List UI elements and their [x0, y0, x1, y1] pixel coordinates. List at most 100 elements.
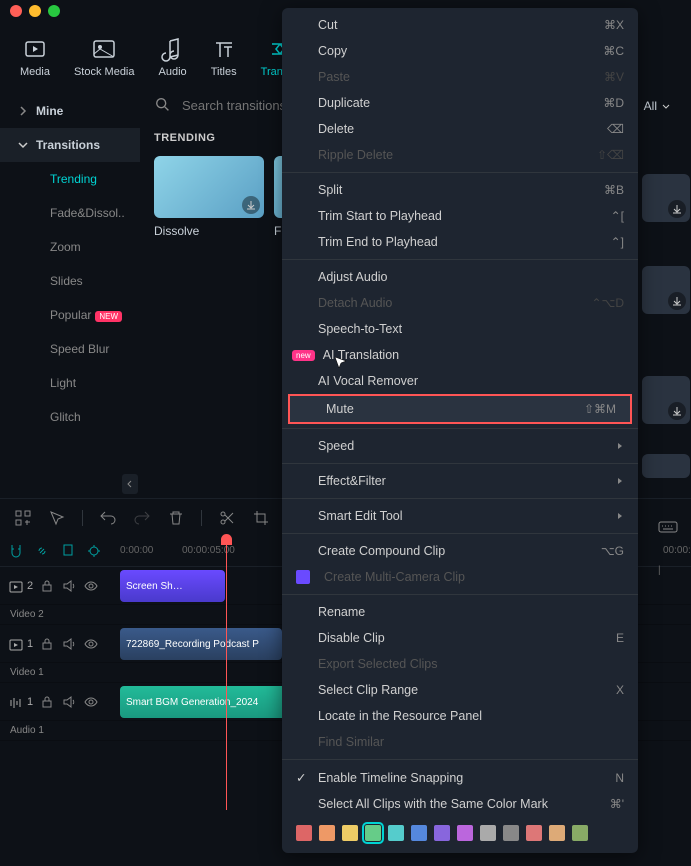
lock-icon[interactable] [39, 636, 55, 652]
menu-enable-timeline-snapping[interactable]: ✓Enable Timeline SnappingN [282, 764, 638, 791]
menu-copy[interactable]: Copy⌘C [282, 38, 638, 64]
color-swatch[interactable] [503, 825, 519, 841]
menu-cut[interactable]: Cut⌘X [282, 12, 638, 38]
lock-icon[interactable] [39, 694, 55, 710]
sidebar-item-speedblur[interactable]: Speed Blur [0, 332, 140, 366]
menu-effect-filter[interactable]: Effect&Filter [282, 468, 638, 494]
clip[interactable]: 722869_Recording Podcast P [120, 628, 282, 660]
color-swatch[interactable] [365, 825, 381, 841]
mute-icon[interactable] [61, 578, 77, 594]
track-label: Video 2 [10, 609, 44, 620]
bug-icon[interactable] [86, 543, 102, 559]
pointer-icon[interactable] [48, 509, 66, 527]
crop-icon[interactable] [252, 509, 270, 527]
menu-mute[interactable]: Mute⇧⌘M [290, 396, 630, 422]
delete-icon[interactable] [167, 509, 185, 527]
color-swatch[interactable] [457, 825, 473, 841]
menu-label: Create Compound Clip [318, 544, 445, 558]
clip[interactable]: Screen Sh… [120, 570, 225, 602]
sidebar-item-slides[interactable]: Slides [0, 264, 140, 298]
sidebar-item-light[interactable]: Light [0, 366, 140, 400]
marker-icon[interactable] [60, 543, 76, 559]
sidebar-mine[interactable]: Mine [0, 94, 140, 128]
menu-select-all-clips-with-the-same-color-mark[interactable]: Select All Clips with the Same Color Mar… [282, 791, 638, 817]
search-icon[interactable] [154, 96, 172, 114]
sidebar-item-popular[interactable]: PopularNEW [0, 298, 140, 332]
menu-label: Mute [326, 402, 354, 416]
color-swatch[interactable] [411, 825, 427, 841]
sidebar-transitions[interactable]: Transitions [0, 128, 140, 162]
download-icon[interactable] [668, 402, 686, 420]
all-dropdown[interactable]: All [644, 99, 671, 113]
tab-titles[interactable]: Titles [211, 36, 237, 78]
keyboard-icon[interactable] [657, 516, 679, 538]
sidebar-item-glitch[interactable]: Glitch [0, 400, 140, 434]
eye-icon[interactable] [83, 578, 99, 594]
color-swatch[interactable] [572, 825, 588, 841]
menu-adjust-audio[interactable]: Adjust Audio [282, 264, 638, 290]
menu-speech-to-text[interactable]: Speech-to-Text [282, 316, 638, 342]
eye-icon[interactable] [83, 694, 99, 710]
download-icon[interactable] [668, 200, 686, 218]
menu-rename[interactable]: Rename [282, 599, 638, 625]
lock-icon[interactable] [39, 578, 55, 594]
color-swatch[interactable] [296, 825, 312, 841]
sidebar-item-fadedissol[interactable]: Fade&Dissol.. [0, 196, 140, 230]
menu-label: Rename [318, 605, 365, 619]
redo-icon[interactable] [133, 509, 151, 527]
menu-delete[interactable]: Delete⌫ [282, 116, 638, 142]
menu-label: Duplicate [318, 96, 370, 110]
download-icon[interactable] [668, 292, 686, 310]
menu-label: Smart Edit Tool [318, 509, 403, 523]
eye-icon[interactable] [83, 636, 99, 652]
tab-audio[interactable]: Audio [159, 36, 187, 78]
download-icon[interactable] [242, 196, 260, 214]
color-swatch[interactable] [526, 825, 542, 841]
tab-stock-media[interactable]: Stock Media [74, 36, 135, 78]
color-swatch[interactable] [434, 825, 450, 841]
color-swatch[interactable] [342, 825, 358, 841]
menu-split[interactable]: Split⌘B [282, 177, 638, 203]
minimize-dot[interactable] [29, 5, 41, 17]
transition-thumb[interactable]: Dissolve [154, 156, 264, 238]
menu-select-clip-range[interactable]: Select Clip RangeX [282, 677, 638, 703]
mute-icon[interactable] [61, 636, 77, 652]
link-icon[interactable] [34, 543, 50, 559]
tab-media[interactable]: Media [20, 36, 50, 78]
menu-create-compound-clip[interactable]: Create Compound Clip ⌥G [282, 538, 638, 564]
chevron-right-icon [616, 442, 624, 450]
undo-icon[interactable] [99, 509, 117, 527]
menu-trim-end-to-playhead[interactable]: Trim End to Playhead⌃] [282, 229, 638, 255]
new-badge: NEW [95, 311, 122, 322]
shortcut: ⌥G [601, 544, 624, 558]
split-icon[interactable] [218, 509, 236, 527]
chevron-right-icon [616, 477, 624, 485]
menu-ai-vocal-remover[interactable]: AI Vocal Remover [282, 368, 638, 394]
close-dot[interactable] [10, 5, 22, 17]
maximize-dot[interactable] [48, 5, 60, 17]
menu-locate-in-the-resource-panel[interactable]: Locate in the Resource Panel [282, 703, 638, 729]
menu-duplicate[interactable]: Duplicate⌘D [282, 90, 638, 116]
sidebar-item-trending[interactable]: Trending [0, 162, 140, 196]
menu-smart-edit-tool[interactable]: Smart Edit Tool [282, 503, 638, 529]
magnet-icon[interactable] [8, 543, 24, 559]
sidebar-item-zoom[interactable]: Zoom [0, 230, 140, 264]
mute-icon[interactable] [61, 694, 77, 710]
track-header: 2 [0, 578, 115, 594]
color-swatch[interactable] [480, 825, 496, 841]
external-thumb [642, 174, 690, 222]
color-swatch[interactable] [319, 825, 335, 841]
color-swatch[interactable] [549, 825, 565, 841]
shortcut: ⌃⌥D [591, 296, 624, 310]
playhead[interactable] [226, 540, 227, 810]
menu-trim-start-to-playhead[interactable]: Trim Start to Playhead⌃[ [282, 203, 638, 229]
chevron-right-icon [18, 106, 28, 116]
add-icon[interactable] [14, 509, 32, 527]
menu-label: Detach Audio [318, 296, 392, 310]
context-menu: Cut⌘XCopy⌘CPaste⌘VDuplicate⌘DDelete⌫Ripp… [282, 8, 638, 853]
external-thumb [642, 266, 690, 314]
menu-speed[interactable]: Speed [282, 433, 638, 459]
collapse-sidebar-button[interactable] [122, 474, 138, 494]
color-swatch[interactable] [388, 825, 404, 841]
menu-disable-clip[interactable]: Disable ClipE [282, 625, 638, 651]
